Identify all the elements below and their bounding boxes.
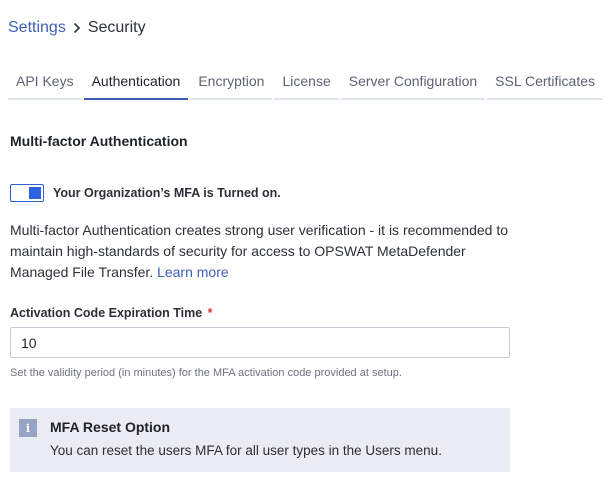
info-text: You can reset the users MFA for all user… [50, 443, 442, 458]
learn-more-link[interactable]: Learn more [157, 264, 229, 280]
tab-license[interactable]: License [274, 66, 339, 100]
activation-expiration-input[interactable] [10, 327, 510, 358]
settings-tabs: API Keys Authentication Encryption Licen… [8, 66, 605, 100]
breadcrumb-settings-link[interactable]: Settings [8, 19, 66, 37]
tab-authentication[interactable]: Authentication [83, 66, 189, 100]
breadcrumb-current: Security [87, 19, 146, 36]
chevron-right-icon [66, 22, 88, 34]
tab-api-keys[interactable]: API Keys [8, 66, 82, 100]
info-title: MFA Reset Option [50, 419, 171, 435]
mfa-toggle[interactable] [10, 184, 44, 202]
tab-ssl-certificates[interactable]: SSL Certificates [487, 66, 604, 100]
info-icon: i [19, 419, 37, 437]
required-marker: * [207, 306, 213, 320]
tab-server-configuration[interactable]: Server Configuration [340, 66, 486, 100]
breadcrumb: Settings Security [8, 19, 146, 37]
section-title: Multi-factor Authentication [10, 133, 188, 149]
mfa-toggle-row: Your Organization’s MFA is Turned on. [10, 184, 281, 202]
mfa-description-text: Multi-factor Authentication creates stro… [10, 222, 508, 280]
activation-field-label-text: Activation Code Expiration Time [10, 306, 203, 320]
mfa-toggle-label: Your Organization’s MFA is Turned on. [53, 186, 281, 200]
mfa-reset-info-box: i MFA Reset Option You can reset the use… [10, 408, 510, 472]
toggle-knob [29, 187, 41, 199]
activation-field-label: Activation Code Expiration Time * [10, 306, 213, 320]
tab-encryption[interactable]: Encryption [190, 66, 273, 100]
activation-field-help: Set the validity period (in minutes) for… [10, 367, 402, 379]
mfa-description: Multi-factor Authentication creates stro… [10, 220, 510, 283]
